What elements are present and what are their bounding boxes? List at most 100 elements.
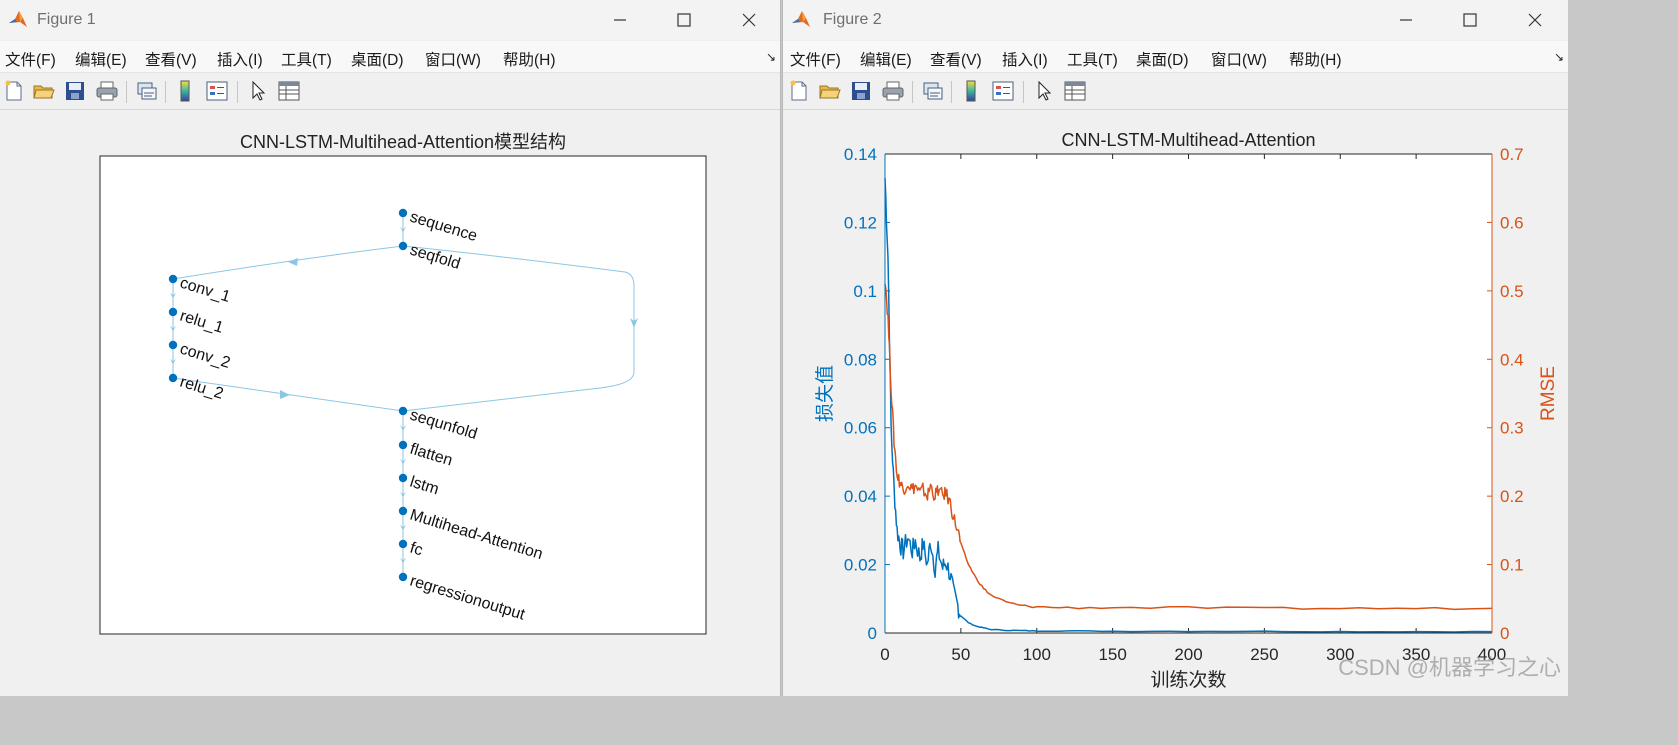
x-axis-label: 训练次数	[1150, 669, 1226, 691]
menu-tools[interactable]: 工具(T)	[281, 48, 332, 70]
menu-help[interactable]: 帮助(H)	[503, 48, 556, 70]
menu-insert[interactable]: 插入(I)	[1002, 48, 1048, 70]
pointer-icon[interactable]	[1032, 79, 1056, 103]
y-left-tick-label: 0.06	[844, 419, 877, 438]
menu-view[interactable]: 查看(V)	[930, 48, 982, 70]
graph-node-marker	[168, 307, 178, 317]
plot-area	[885, 154, 1492, 633]
y-left-axis-label: 损失值	[814, 365, 836, 422]
y-right-axis-label: RMSE	[1538, 366, 1559, 421]
toolbar-separator	[1023, 81, 1024, 103]
dock-figure-icon[interactable]: ↘	[766, 50, 776, 64]
graph-node-marker	[398, 440, 408, 450]
y-right-tick-label: 0.2	[1500, 487, 1524, 506]
maximize-icon[interactable]	[1450, 6, 1490, 34]
menu-edit[interactable]: 编辑(E)	[860, 48, 912, 70]
x-tick-label: 200	[1174, 645, 1202, 664]
y-left-tick-label: 0.12	[844, 213, 877, 232]
y-right-tick-label: 0	[1500, 624, 1509, 643]
menu-edit[interactable]: 编辑(E)	[75, 48, 127, 70]
figure-toolbar	[783, 73, 1568, 110]
title-bar[interactable]: Figure 1	[0, 0, 780, 40]
toolbar-separator	[165, 81, 166, 103]
y-left-tick-label: 0	[868, 624, 877, 643]
matlab-logo-icon	[792, 11, 810, 27]
legend-icon[interactable]	[205, 79, 229, 103]
colorbar-icon[interactable]	[959, 79, 983, 103]
dock-figure-icon[interactable]: ↘	[1554, 50, 1564, 64]
y-right-tick-label: 0.7	[1500, 145, 1524, 164]
colorbar-icon[interactable]	[173, 79, 197, 103]
graph-node-marker	[168, 274, 178, 284]
matlab-logo-icon	[9, 11, 27, 27]
y-right-tick-label: 0.6	[1500, 213, 1524, 232]
property-inspector-icon[interactable]	[1063, 79, 1087, 103]
menu-file[interactable]: 文件(F)	[790, 48, 841, 70]
y-left-tick-label: 0.02	[844, 556, 877, 575]
link-icon[interactable]	[921, 79, 945, 103]
figure-canvas: CNN-LSTM-Multihead-Attention模型结构 sequence…	[0, 110, 780, 696]
y-left-tick-label: 0.14	[844, 145, 877, 164]
legend-icon[interactable]	[991, 79, 1015, 103]
new-figure-icon[interactable]	[2, 79, 26, 103]
graph-node-marker	[398, 539, 408, 549]
save-icon[interactable]	[849, 79, 873, 103]
link-icon[interactable]	[135, 79, 159, 103]
menu-bar: 文件(F) 编辑(E) 查看(V) 插入(I) 工具(T) 桌面(D) 窗口(W…	[783, 41, 1568, 73]
minimize-icon[interactable]	[600, 6, 640, 34]
menu-view[interactable]: 查看(V)	[145, 48, 197, 70]
menu-desktop[interactable]: 桌面(D)	[351, 48, 404, 70]
graph-node-marker	[168, 340, 178, 350]
window-title: Figure 1	[37, 11, 96, 28]
figure-canvas: CNN-LSTM-Multihead-Attention 0 50 100 150 200…	[783, 110, 1568, 696]
property-inspector-icon[interactable]	[277, 79, 301, 103]
y-left-tick-label: 0.1	[853, 282, 877, 301]
maximize-icon[interactable]	[664, 6, 704, 34]
graph-node-marker	[398, 406, 408, 416]
close-icon[interactable]	[1515, 6, 1555, 34]
menu-bar: 文件(F) 编辑(E) 查看(V) 插入(I) 工具(T) 桌面(D) 窗口(W…	[0, 41, 780, 73]
watermark: CSDN @机器学习之心	[1338, 655, 1561, 680]
minimize-icon[interactable]	[1386, 6, 1426, 34]
open-file-icon[interactable]	[32, 79, 56, 103]
graph-title: CNN-LSTM-Multihead-Attention模型结构	[240, 132, 566, 152]
new-figure-icon[interactable]	[787, 79, 811, 103]
menu-desktop[interactable]: 桌面(D)	[1136, 48, 1189, 70]
print-icon[interactable]	[95, 79, 119, 103]
graph-node-marker	[398, 506, 408, 516]
menu-tools[interactable]: 工具(T)	[1067, 48, 1118, 70]
window-title: Figure 2	[823, 11, 882, 28]
title-bar[interactable]: Figure 2	[783, 0, 1568, 40]
y-left-tick-label: 0.08	[844, 350, 877, 369]
x-tick-label: 250	[1250, 645, 1278, 664]
toolbar-separator	[237, 81, 238, 103]
graph-node-marker	[398, 241, 408, 251]
y-right-tick-label: 0.5	[1500, 282, 1524, 301]
layer-graph-plot[interactable]: CNN-LSTM-Multihead-Attention模型结构sequence…	[0, 110, 781, 696]
menu-help[interactable]: 帮助(H)	[1289, 48, 1342, 70]
figure-toolbar	[0, 73, 780, 110]
menu-insert[interactable]: 插入(I)	[217, 48, 263, 70]
chart-title: CNN-LSTM-Multihead-Attention	[1061, 130, 1315, 150]
graph-node-marker	[398, 572, 408, 582]
menu-window[interactable]: 窗口(W)	[425, 48, 481, 70]
graph-node-marker	[398, 473, 408, 483]
training-curve-chart[interactable]: CNN-LSTM-Multihead-Attention 0 50 100 150 200…	[783, 110, 1568, 696]
y-left-tick-label: 0.04	[844, 487, 877, 506]
close-icon[interactable]	[729, 6, 769, 34]
toolbar-separator	[912, 81, 913, 103]
print-icon[interactable]	[881, 79, 905, 103]
x-tick-label: 50	[951, 645, 970, 664]
save-icon[interactable]	[63, 79, 87, 103]
menu-window[interactable]: 窗口(W)	[1211, 48, 1267, 70]
toolbar-separator	[126, 81, 127, 103]
pointer-icon[interactable]	[246, 79, 270, 103]
y-right-tick-label: 0.1	[1500, 556, 1524, 575]
toolbar-separator	[951, 81, 952, 103]
menu-file[interactable]: 文件(F)	[5, 48, 56, 70]
figure-1-window: Figure 1 文件(F) 编辑(E) 查看(V) 插入(I) 工具(T) 桌…	[0, 0, 781, 696]
x-tick-label: 0	[880, 645, 889, 664]
y-right-tick-label: 0.4	[1500, 350, 1524, 369]
open-file-icon[interactable]	[818, 79, 842, 103]
graph-node-marker	[398, 208, 408, 218]
